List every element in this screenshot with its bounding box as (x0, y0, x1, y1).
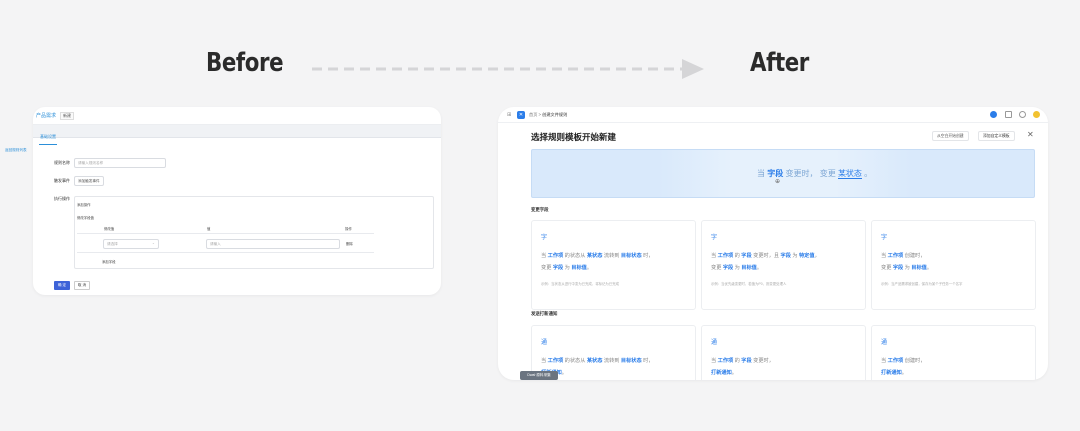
rule-name-input[interactable]: 请输入规则名称 (74, 158, 166, 168)
template-text-line: 当 工作项 创建时， (881, 358, 926, 364)
section-send-notification: 发送打新通知 (531, 311, 558, 316)
add-trigger-button[interactable]: 添加触发事件 (74, 176, 104, 186)
trigger-label: 触发事件 (54, 178, 70, 183)
delete-row-link[interactable]: 删除 (346, 241, 353, 246)
breadcrumb: 首页 > 创建文件规则 (529, 112, 568, 117)
template-text-line: 打新通知。 (881, 370, 907, 376)
col-header-value: 值 (207, 227, 211, 231)
after-screenshot: ⊞ ✕ 首页 > 创建文件规则 选择规则模板开始新建 从空白开始创建 添加自定义… (498, 107, 1048, 380)
notify-icon: 通 (541, 340, 548, 346)
template-card[interactable]: 通当 工作项 的 字段 变更时， 打新通知。 (701, 325, 866, 380)
cancel-button[interactable]: 取 消 (74, 281, 90, 290)
template-text-line: 变更 字段 为 目标值。 (881, 265, 933, 271)
submit-button[interactable]: 确 定 (54, 281, 70, 290)
notify-icon: 通 (711, 340, 718, 346)
field-select[interactable]: 请选择 (103, 239, 159, 249)
blank-create-button[interactable]: 从空白开始创建 (932, 131, 969, 141)
source-tag: Dwal·原料采集 (520, 371, 558, 380)
template-card[interactable]: 字当 工作项 的 字段 变更时，且 字段 为 特定值， 变更 字段 为 目标值。示… (701, 220, 866, 310)
table-divider (77, 233, 374, 234)
close-icon[interactable]: ✕ (1027, 130, 1034, 139)
crumb-home[interactable]: 首页 (529, 112, 537, 117)
template-example-note: 示例：当状态从进行中变为已完成，将标记为已完成 (541, 282, 619, 286)
page-title: 选择规则模板开始新建 (531, 132, 617, 142)
section-change-field: 变更字段 (531, 207, 549, 212)
app-logo: ✕ (517, 111, 525, 119)
template-text-line: 当 工作项 的 字段 变更时，且 字段 为 特定值， (711, 253, 820, 259)
settings-icon[interactable] (1019, 111, 1026, 118)
action-label: 执行操作 (54, 196, 70, 201)
tab-basic-settings[interactable]: 基础设置 (39, 130, 57, 145)
template-card[interactable]: 字当 工作项 的状态从 某状态 流转到 目标状态 时， 变更 字段 为 目标值。示… (531, 220, 696, 310)
template-text-line: 变更 字段 为 目标值。 (541, 265, 593, 271)
before-badge: 新建 (60, 111, 75, 120)
col-header-field: 修改值 (104, 227, 115, 231)
template-card[interactable]: 通当 工作项 创建时， 打新通知。 (871, 325, 1036, 380)
dashed-arrow-icon (312, 59, 704, 79)
after-heading: After (750, 48, 809, 78)
template-text-line: 变更 字段 为 目标值。 (711, 265, 763, 271)
value-input[interactable]: 请输入 (206, 239, 340, 249)
field-icon: 字 (711, 235, 718, 241)
before-tabs: 基础设置 (33, 124, 441, 145)
template-example-note: 示例：当优先级变更时，若值为P0，则变更处理人 (711, 282, 787, 286)
crumb-current: 创建文件规则 (542, 112, 568, 117)
after-topbar: ⊞ ✕ 首页 > 创建文件规则 (498, 107, 1048, 123)
before-heading: Before (206, 48, 284, 78)
before-header: 产品需求 新建 (33, 107, 441, 124)
apps-grid-icon[interactable]: ⊞ (507, 112, 511, 118)
add-field-link[interactable]: 添加字段 (102, 259, 116, 264)
template-text-line: 当 工作项 的状态从 某状态 流转到 目标状态 时， (541, 358, 654, 364)
add-template-button[interactable]: 添加自定义模板 (978, 131, 1015, 141)
add-action-link[interactable]: 添加操作 (77, 202, 91, 207)
template-banner: 当 字段 变更时， 变更 某状态 。 ⊕ (531, 149, 1035, 198)
rule-name-label: 规则名称 (54, 160, 70, 165)
chevron-down-icon: ⌄ (152, 241, 155, 245)
before-title: 产品需求 (36, 113, 57, 119)
template-text-line: 打新通知。 (711, 370, 737, 376)
help-icon[interactable] (990, 111, 997, 118)
cursor-icon: ⊕ (775, 179, 781, 185)
template-text-line: 当 工作项 创建时， (881, 253, 926, 259)
template-text-line: 当 工作项 的 字段 变更时， (711, 358, 774, 364)
modify-field-title: 修改字段值 (77, 216, 94, 220)
col-header-action: 操作 (345, 227, 352, 231)
template-example-note: 示例：当产品需求被创建，保存为某个子任务一个名字 (881, 282, 963, 286)
notification-icon[interactable] (1005, 111, 1012, 118)
field-icon: 字 (541, 235, 548, 241)
field-icon: 字 (881, 235, 888, 241)
template-card[interactable]: 字当 工作项 创建时， 变更 字段 为 目标值。示例：当产品需求被创建，保存为某个… (871, 220, 1036, 310)
back-link[interactable]: 返回规则列表 (5, 148, 27, 153)
notify-icon: 通 (881, 340, 888, 346)
table-divider (77, 252, 374, 253)
avatar[interactable] (1033, 111, 1040, 118)
template-text-line: 当 工作项 的状态从 某状态 流转到 目标状态 时， (541, 253, 654, 259)
